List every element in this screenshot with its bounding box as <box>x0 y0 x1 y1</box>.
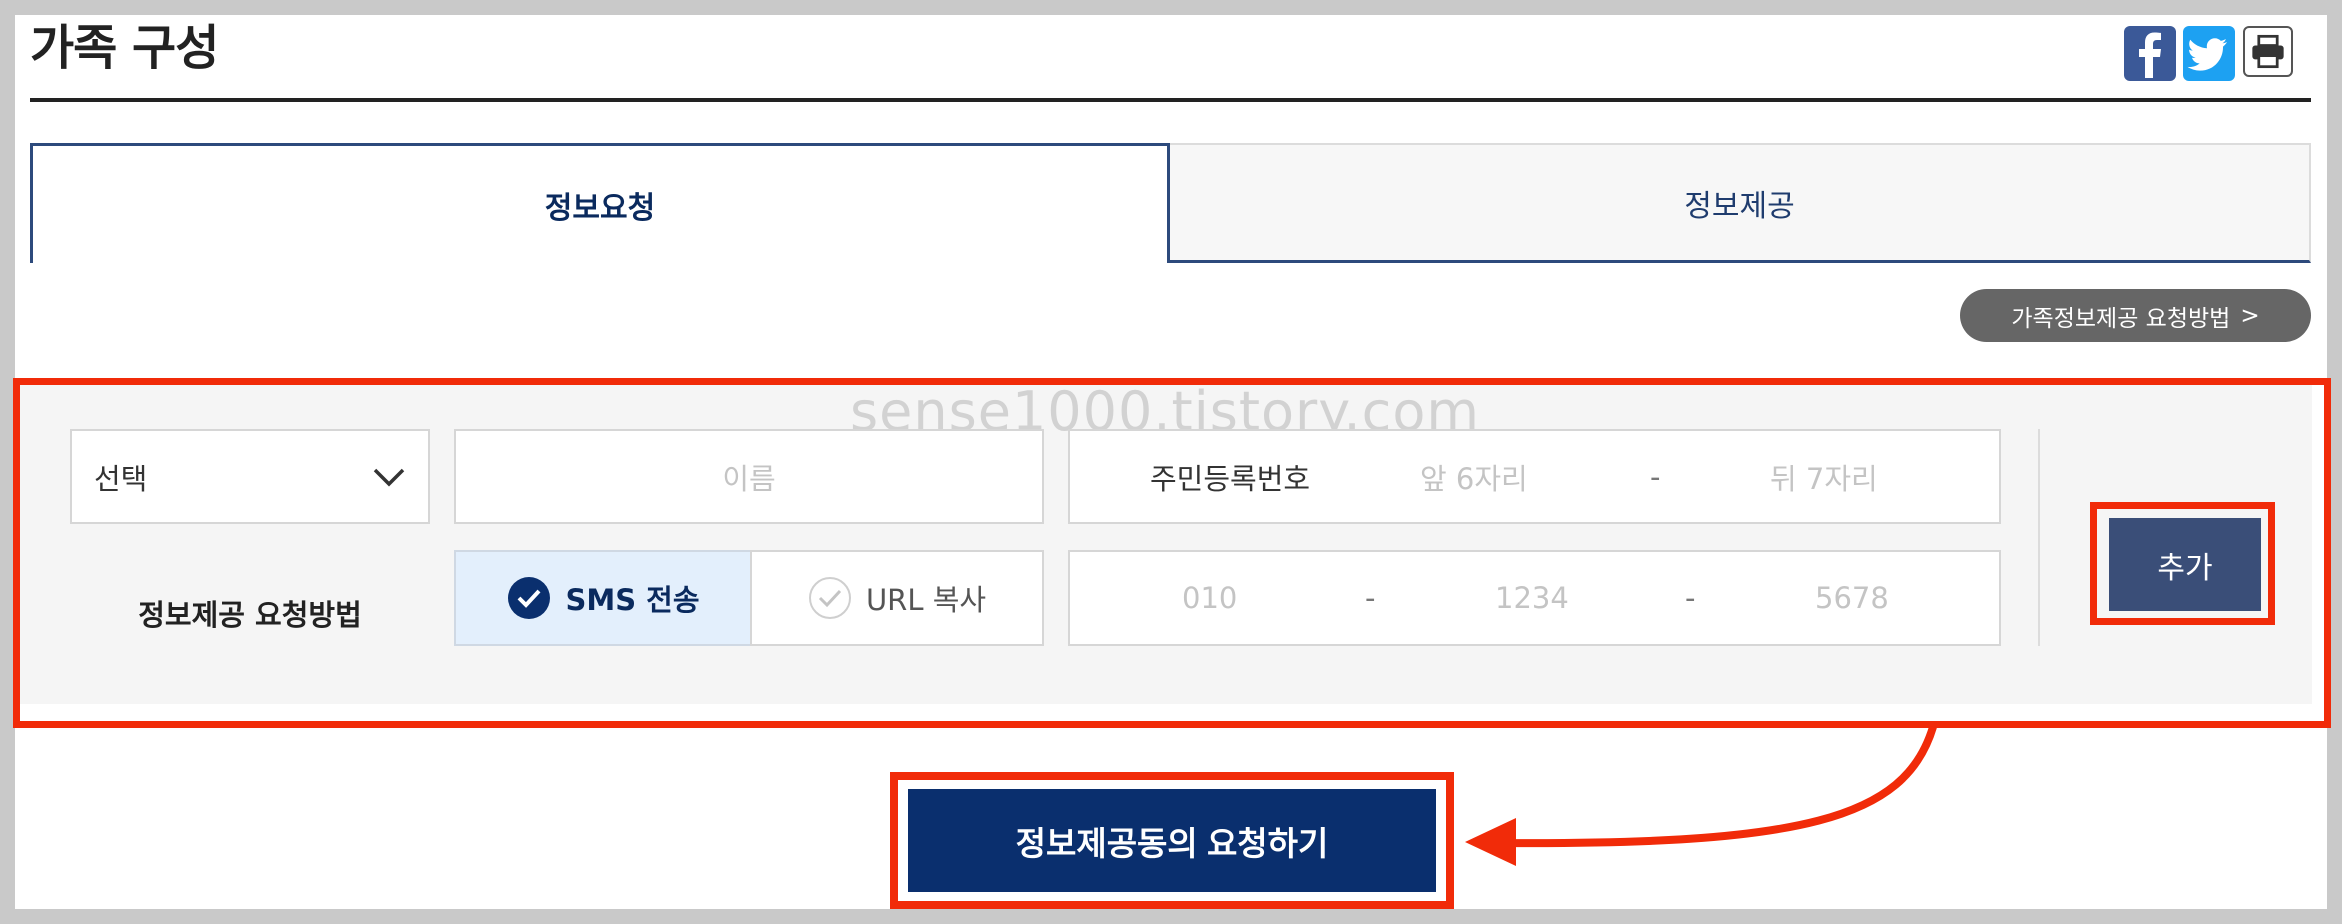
title-divider <box>30 98 2311 102</box>
request-guide-label: 가족정보제공 요청방법 <box>2011 305 2231 332</box>
form-panel-highlight <box>13 378 2331 728</box>
tab-info-provide[interactable]: 정보제공 <box>1170 143 2311 263</box>
tab-bar: 정보요청 정보제공 <box>30 143 2311 263</box>
facebook-icon <box>2139 32 2161 78</box>
tab-info-request[interactable]: 정보요청 <box>30 143 1170 263</box>
print-icon <box>2252 34 2284 69</box>
submit-consent-request-button[interactable]: 정보제공동의 요청하기 <box>908 789 1436 892</box>
twitter-share-button[interactable] <box>2183 26 2235 81</box>
request-guide-button[interactable]: 가족정보제공 요청방법 > <box>1960 289 2311 342</box>
facebook-share-button[interactable] <box>2124 26 2176 81</box>
chevron-right-icon: > <box>2240 302 2260 329</box>
print-button[interactable] <box>2243 26 2293 77</box>
page-title: 가족 구성 <box>30 20 219 76</box>
twitter-icon <box>2187 38 2227 71</box>
